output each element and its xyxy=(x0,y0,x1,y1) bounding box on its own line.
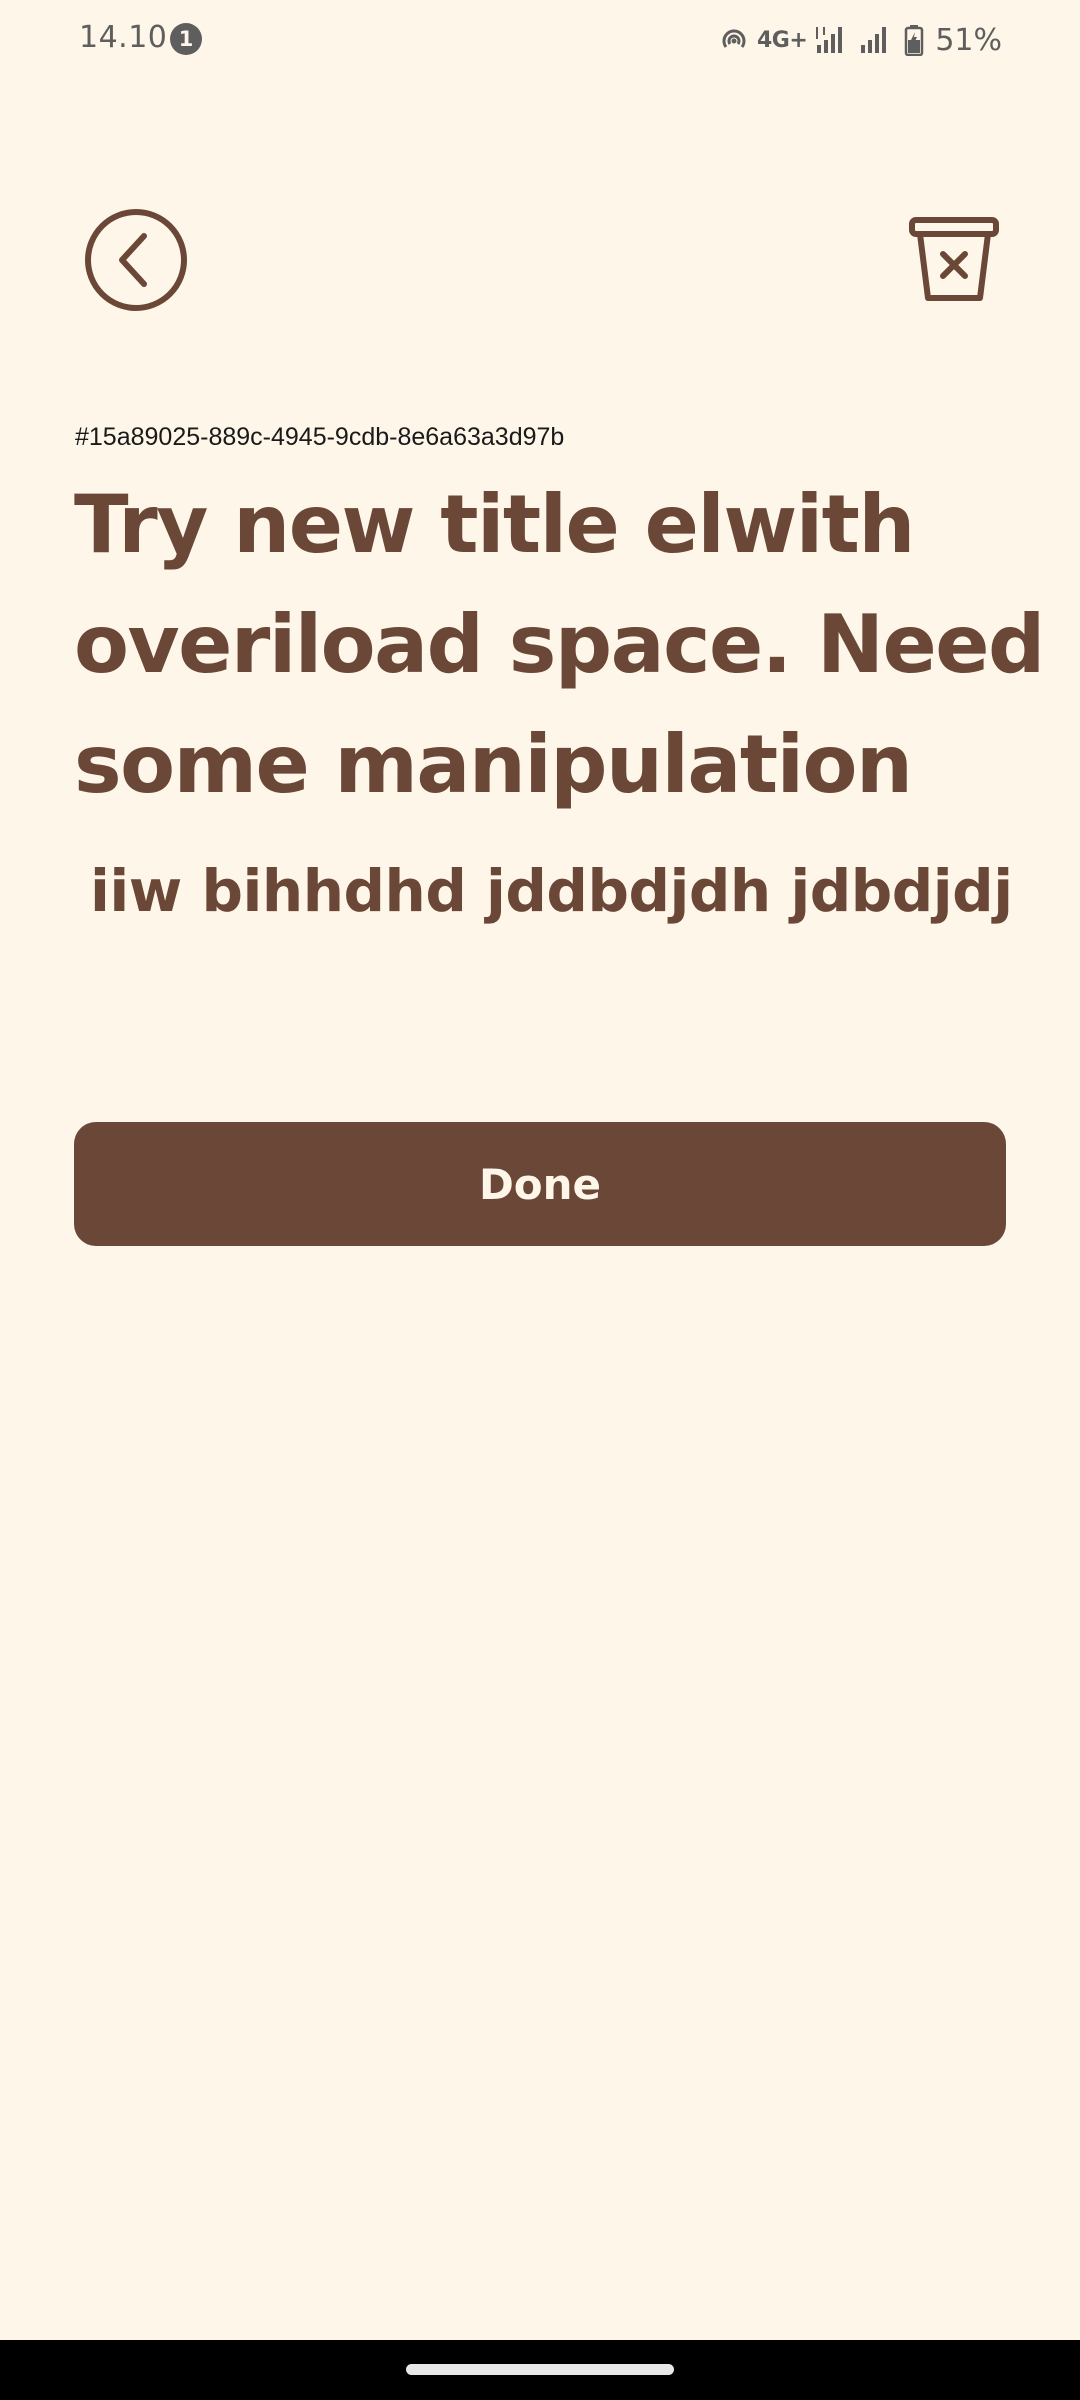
status-icons: 4G+ 51% xyxy=(719,20,1002,60)
note-id: #15a89025-889c-4945-9cdb-8e6a63a3d97b xyxy=(75,423,565,451)
navigation-bar xyxy=(0,2340,1080,2400)
note-body[interactable]: iiw bihhdhd jddbdjdh jdbdjdj xyxy=(90,846,1070,936)
battery-icon xyxy=(905,25,924,56)
battery-percentage: 51% xyxy=(935,22,1002,58)
back-button[interactable] xyxy=(84,208,188,312)
done-button[interactable]: Done xyxy=(74,1122,1006,1246)
network-type-label: 4G+ xyxy=(757,27,808,53)
notification-badge: 1 xyxy=(170,23,202,55)
chevron-left-circle-icon xyxy=(85,209,187,311)
hotspot-icon xyxy=(722,29,746,48)
trash-x-icon xyxy=(909,217,999,301)
delete-note-button[interactable] xyxy=(906,214,1002,304)
home-indicator[interactable] xyxy=(406,2364,674,2375)
status-bar: 14.10 1 4G+ 51% xyxy=(0,0,1080,80)
status-time: 14.10 xyxy=(79,20,168,55)
signal-icon-2 xyxy=(861,27,887,53)
note-title[interactable]: Try new title elwith overiload space. Ne… xyxy=(74,465,1074,825)
signal-icon xyxy=(816,27,843,53)
